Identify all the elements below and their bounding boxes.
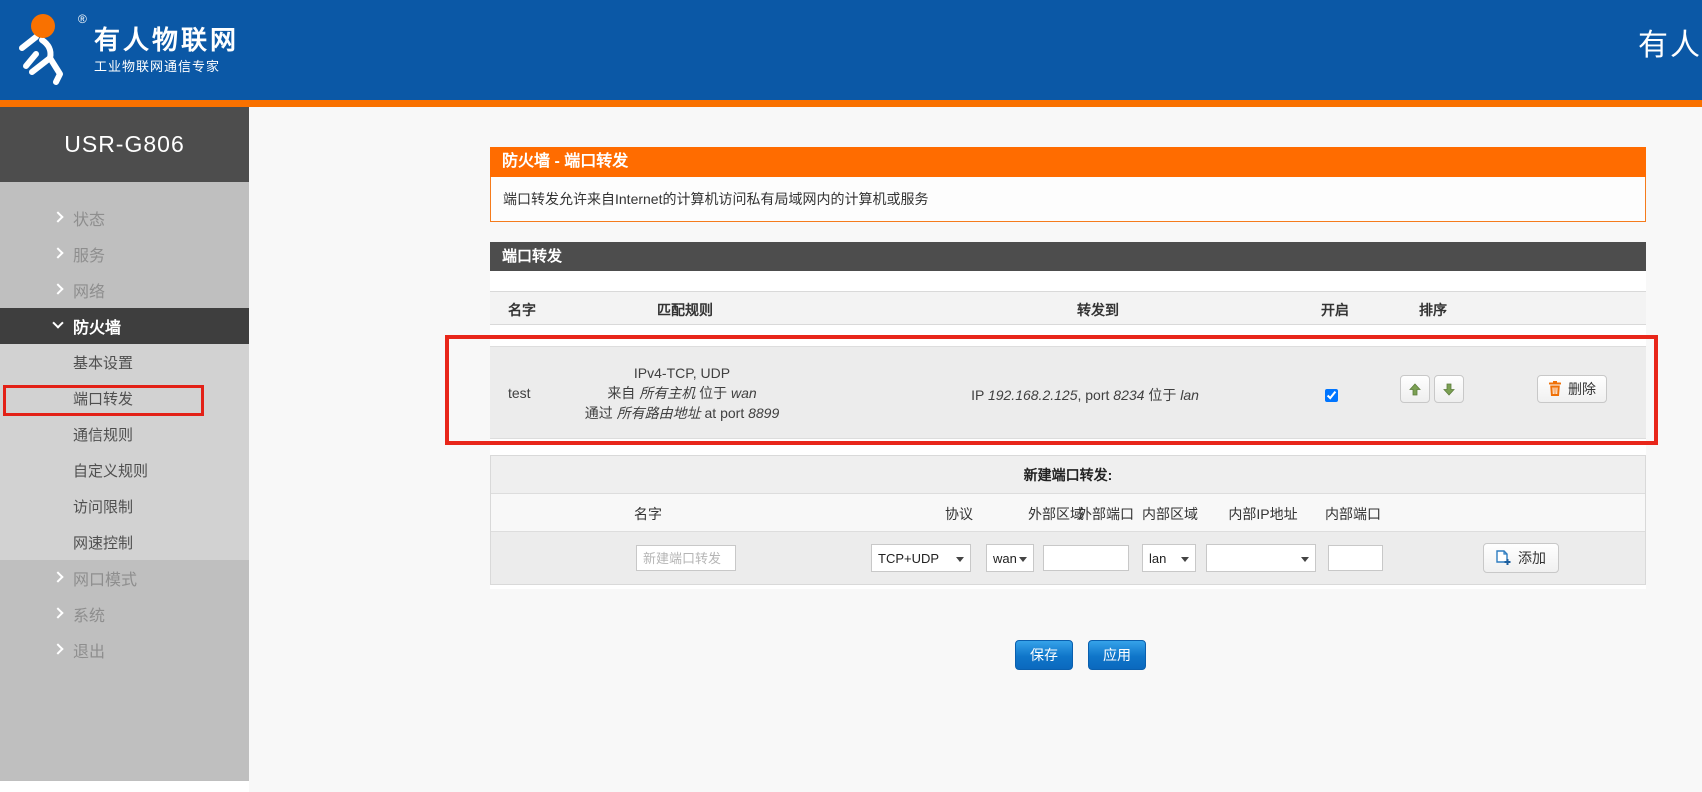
table-row: test IPv4-TCP, UDP 来自 所有主机 位于 wan 通过 所有路…	[490, 346, 1646, 439]
top-header: ® 有人物联网 工业物联网通信专家 有人物	[0, 0, 1702, 100]
chevron-right-icon	[52, 607, 63, 618]
new-forward-header-row: 名字 协议 外部区域 外部端口 内部区域 内部IP地址 内部端口	[491, 494, 1645, 532]
protocol-select[interactable]: TCP+UDP	[872, 545, 970, 571]
col-header-enable: 开启	[1310, 300, 1360, 320]
chevron-right-icon	[52, 571, 63, 582]
sidebar-item-access-restriction[interactable]: 访问限制	[0, 488, 249, 524]
section-title: 端口转发	[490, 242, 1646, 271]
chevron-right-icon	[52, 643, 63, 654]
page-description: 端口转发允许来自Internet的计算机访问私有局域网内的计算机或服务	[490, 177, 1646, 222]
sidebar-item-port-forwarding[interactable]: 端口转发	[0, 380, 249, 416]
col-header-name: 名字	[508, 300, 536, 320]
rule-name: test	[508, 385, 531, 401]
ext-port-input[interactable]	[1043, 545, 1129, 571]
sidebar-bottom-strip	[0, 781, 249, 792]
sidebar-item-services[interactable]: 服务	[0, 236, 249, 272]
new-col-protocol: 协议	[919, 504, 999, 524]
add-button[interactable]: 添加	[1483, 543, 1559, 573]
int-zone-select[interactable]: lan	[1143, 545, 1195, 571]
save-button[interactable]: 保存	[1015, 640, 1073, 670]
match-line-protocol: IPv4-TCP, UDP	[532, 363, 832, 383]
sidebar-item-custom-rules[interactable]: 自定义规则	[0, 452, 249, 488]
col-header-sort: 排序	[1408, 300, 1458, 320]
sidebar: USR-G806 状态 服务 网络 防火墙 基本设置 端口转发 通信规则	[0, 107, 249, 781]
trash-icon	[1548, 381, 1562, 397]
sidebar-item-basic-settings[interactable]: 基本设置	[0, 344, 249, 380]
match-line-via: 通过 所有路由地址 at port 8899	[532, 403, 832, 423]
col-header-forward: 转发到	[1068, 300, 1128, 320]
page-title: 防火墙 - 端口转发	[490, 147, 1646, 177]
sidebar-item-traffic-rules[interactable]: 通信规则	[0, 416, 249, 452]
chevron-right-icon	[52, 247, 63, 258]
int-ip-select[interactable]	[1207, 545, 1315, 571]
chevron-right-icon	[52, 211, 63, 222]
chevron-down-icon	[52, 317, 63, 328]
brand-tagline: 工业物联网通信专家	[94, 56, 220, 75]
apply-button[interactable]: 应用	[1088, 640, 1146, 670]
new-col-name: 名字	[608, 504, 688, 524]
table-header-row: 名字 匹配规则 转发到 开启 排序	[490, 291, 1646, 325]
sidebar-item-port-mode[interactable]: 网口模式	[0, 560, 249, 596]
sidebar-item-system[interactable]: 系统	[0, 596, 249, 632]
arrow-down-icon	[1443, 383, 1455, 396]
sidebar-item-status[interactable]: 状态	[0, 200, 249, 236]
match-line-from: 来自 所有主机 位于 wan	[532, 383, 832, 403]
protocol-select-wrap: TCP+UDP	[871, 544, 971, 572]
int-zone-select-wrap: lan	[1142, 544, 1196, 572]
sidebar-item-network[interactable]: 网络	[0, 272, 249, 308]
sidebar-item-firewall[interactable]: 防火墙	[0, 308, 249, 344]
sidebar-item-speed-control[interactable]: 网速控制	[0, 524, 249, 560]
logo-person-icon	[12, 10, 80, 88]
new-col-int-port: 内部端口	[1313, 504, 1393, 524]
int-port-input[interactable]	[1328, 545, 1383, 571]
device-title: USR-G806	[0, 107, 249, 182]
ext-zone-select[interactable]: wan	[987, 545, 1033, 571]
port-forward-table: 名字 匹配规则 转发到 开启 排序 test IPv4-TCP, UDP 来自 …	[490, 271, 1646, 589]
new-col-int-ip: 内部IP地址	[1218, 504, 1308, 524]
enable-checkbox[interactable]	[1325, 389, 1338, 402]
main-content: 防火墙 - 端口转发 端口转发允许来自Internet的计算机访问私有局域网内的…	[490, 147, 1646, 589]
sidebar-item-logout[interactable]: 退出	[0, 632, 249, 668]
move-up-button[interactable]	[1400, 375, 1430, 403]
delete-button[interactable]: 删除	[1537, 375, 1607, 403]
registered-mark: ®	[78, 12, 87, 26]
arrow-up-icon	[1409, 383, 1421, 396]
header-watermark-text: 有人物	[1638, 20, 1702, 64]
new-forward-input-row: TCP+UDP wan lan	[491, 532, 1645, 584]
rule-forward-to: IP 192.168.2.125, port 8234 位于 lan	[935, 385, 1235, 405]
orange-divider	[0, 100, 1702, 107]
sidebar-menu: 状态 服务 网络 防火墙 基本设置 端口转发 通信规则 自定义规则	[0, 182, 249, 668]
move-down-button[interactable]	[1434, 375, 1464, 403]
brand-name: 有人物联网	[94, 20, 239, 57]
int-ip-select-wrap	[1206, 544, 1316, 572]
add-doc-icon	[1496, 550, 1511, 566]
rule-match: IPv4-TCP, UDP 来自 所有主机 位于 wan 通过 所有路由地址 a…	[532, 363, 832, 423]
new-port-forward-section: 新建端口转发: 名字 协议 外部区域 外部端口 内部区域 内部IP地址 内部端口…	[490, 455, 1646, 585]
col-header-match: 匹配规则	[640, 300, 730, 320]
new-col-int-zone: 内部区域	[1130, 504, 1210, 524]
firewall-submenu: 基本设置 端口转发 通信规则 自定义规则 访问限制 网速控制	[0, 344, 249, 560]
name-input[interactable]	[636, 545, 736, 571]
chevron-right-icon	[52, 283, 63, 294]
new-forward-title: 新建端口转发:	[491, 456, 1645, 494]
ext-zone-select-wrap: wan	[986, 544, 1034, 572]
